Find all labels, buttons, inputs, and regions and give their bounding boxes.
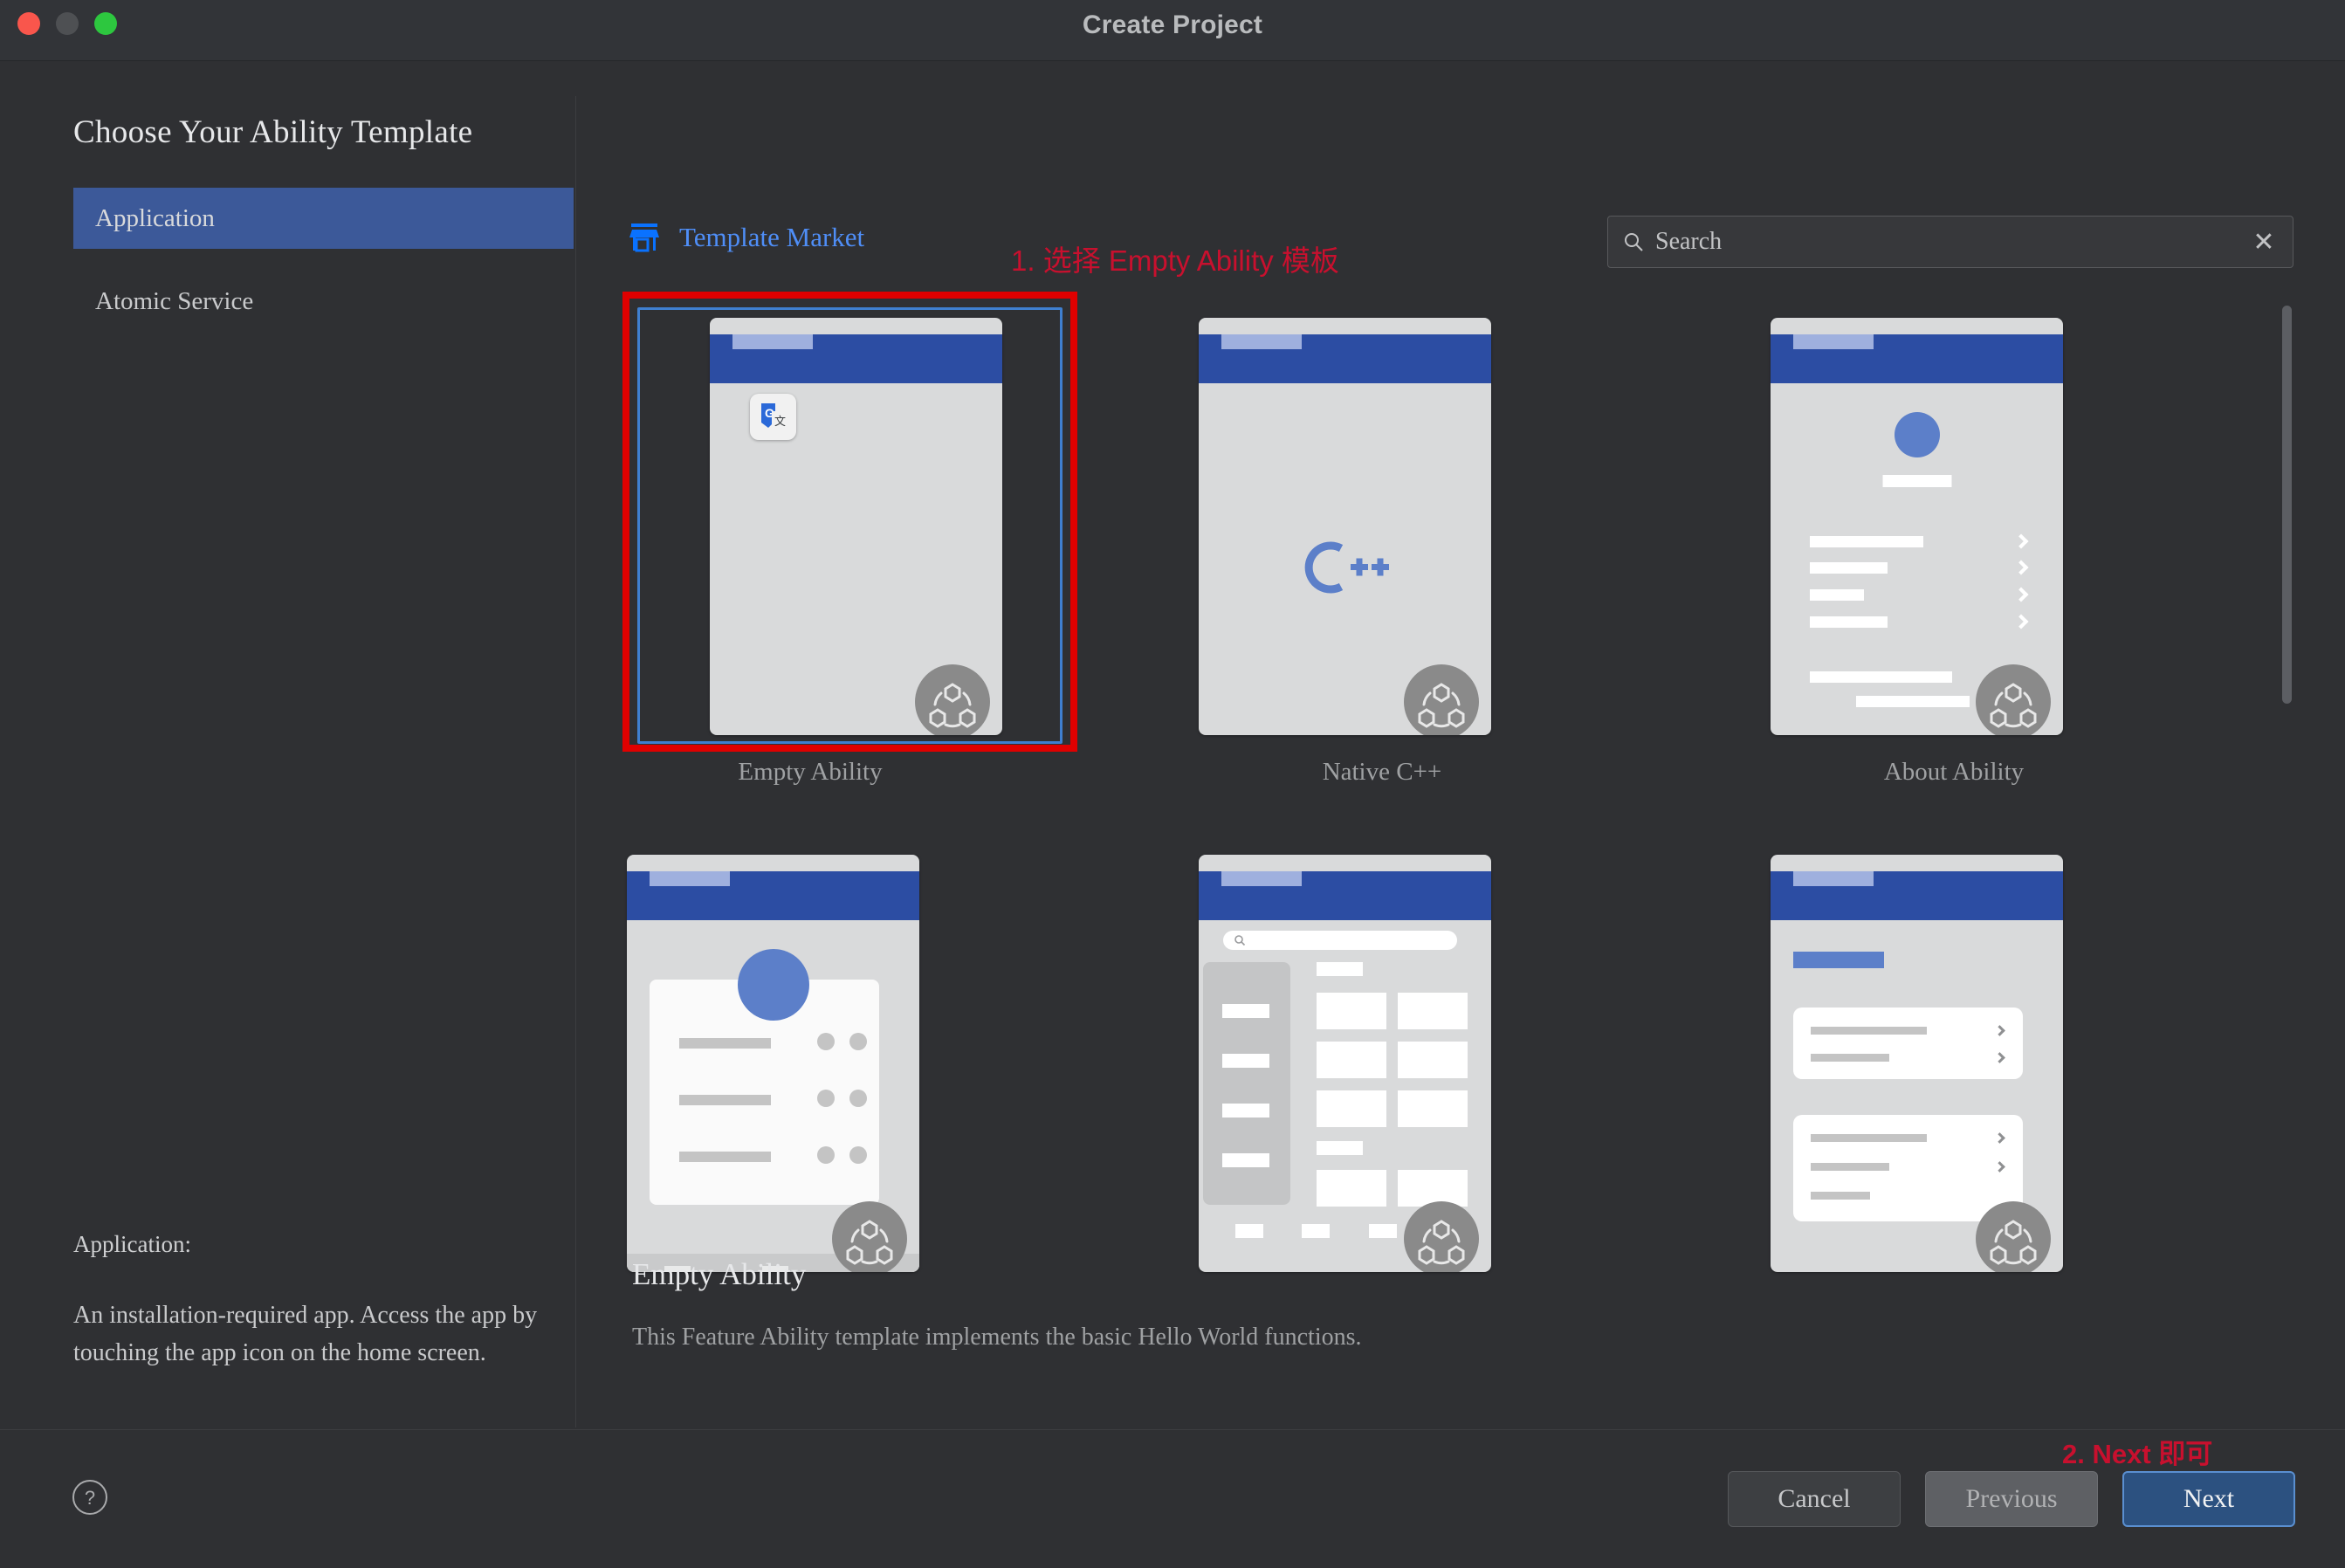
sidebar-item-label: Application	[95, 204, 215, 233]
template-card-empty-ability[interactable]: G 文	[627, 297, 994, 733]
dialog-buttons: Cancel Previous Next	[1728, 1471, 2295, 1527]
previous-button[interactable]: Previous	[1925, 1471, 2098, 1527]
sidebar-item-label: Atomic Service	[95, 287, 253, 316]
harmonyos-logo-icon	[1404, 664, 1479, 735]
template-card-label: Empty Ability	[627, 758, 994, 787]
template-preview	[1199, 855, 1491, 1272]
sidebar-item-application[interactable]: Application	[73, 188, 574, 249]
preview-search-icon	[1223, 931, 1457, 950]
sidebar-item-atomic-service[interactable]: Atomic Service	[73, 271, 574, 332]
annotation-step-1: 1. 选择 Empty Ability 模板	[1011, 237, 1339, 279]
search-icon	[1622, 230, 1645, 253]
template-grid-scrollbar[interactable]	[2282, 306, 2292, 704]
harmonyos-logo-icon	[1976, 664, 2051, 735]
template-preview	[627, 855, 919, 1272]
storefront-icon	[627, 220, 662, 255]
template-grid: G 文	[627, 297, 2233, 1222]
create-project-dialog: Create Project Choose Your Ability Templ…	[0, 0, 2345, 1568]
template-card-label: About Ability	[1771, 758, 2137, 787]
template-preview	[1771, 318, 2063, 735]
window-title: Create Project	[0, 10, 2345, 40]
template-preview: G 文	[710, 318, 1002, 735]
google-translate-icon[interactable]: G 文	[750, 394, 796, 440]
footer-divider	[0, 1429, 2345, 1430]
template-detail: Empty Ability This Feature Ability templ…	[632, 1257, 2116, 1351]
search-input[interactable]	[1645, 228, 2249, 256]
template-card-native-cpp[interactable]: Native C++	[1199, 297, 1565, 733]
svg-text:?: ?	[85, 1487, 95, 1509]
template-detail-description: This Feature Ability template implements…	[632, 1324, 2116, 1351]
template-card-catalog-ability[interactable]	[1199, 834, 1565, 1270]
template-card-label: Native C++	[1199, 758, 1565, 787]
sidebar: Application Atomic Service Application: …	[0, 188, 576, 1427]
template-card-profile-ability[interactable]	[627, 834, 994, 1270]
cancel-button[interactable]: Cancel	[1728, 1471, 1901, 1527]
question-circle-icon[interactable]: ?	[70, 1477, 110, 1517]
template-preview	[1771, 855, 2063, 1272]
sidebar-description-label: Application:	[73, 1231, 549, 1258]
template-detail-title: Empty Ability	[632, 1257, 2116, 1292]
harmonyos-logo-icon	[915, 664, 990, 735]
template-card-about-ability[interactable]: About Ability	[1771, 297, 2137, 733]
sidebar-description: Application: An installation-required ap…	[73, 1231, 549, 1372]
annotation-step-2: 2. Next 即可	[2062, 1432, 2212, 1471]
title-bar: Create Project	[0, 0, 2345, 61]
page-title: Choose Your Ability Template	[73, 113, 472, 151]
svg-text:文: 文	[774, 415, 786, 428]
next-button[interactable]: Next	[2122, 1471, 2295, 1527]
sidebar-description-text: An installation-required app. Access the…	[73, 1296, 549, 1372]
template-card-settings-ability[interactable]	[1771, 834, 2137, 1270]
search-field[interactable]: ✕	[1607, 216, 2293, 268]
template-market-header[interactable]: Template Market	[627, 220, 864, 255]
template-market-label: Template Market	[679, 222, 864, 253]
clear-search-icon[interactable]: ✕	[2249, 227, 2279, 257]
template-preview	[1199, 318, 1491, 735]
